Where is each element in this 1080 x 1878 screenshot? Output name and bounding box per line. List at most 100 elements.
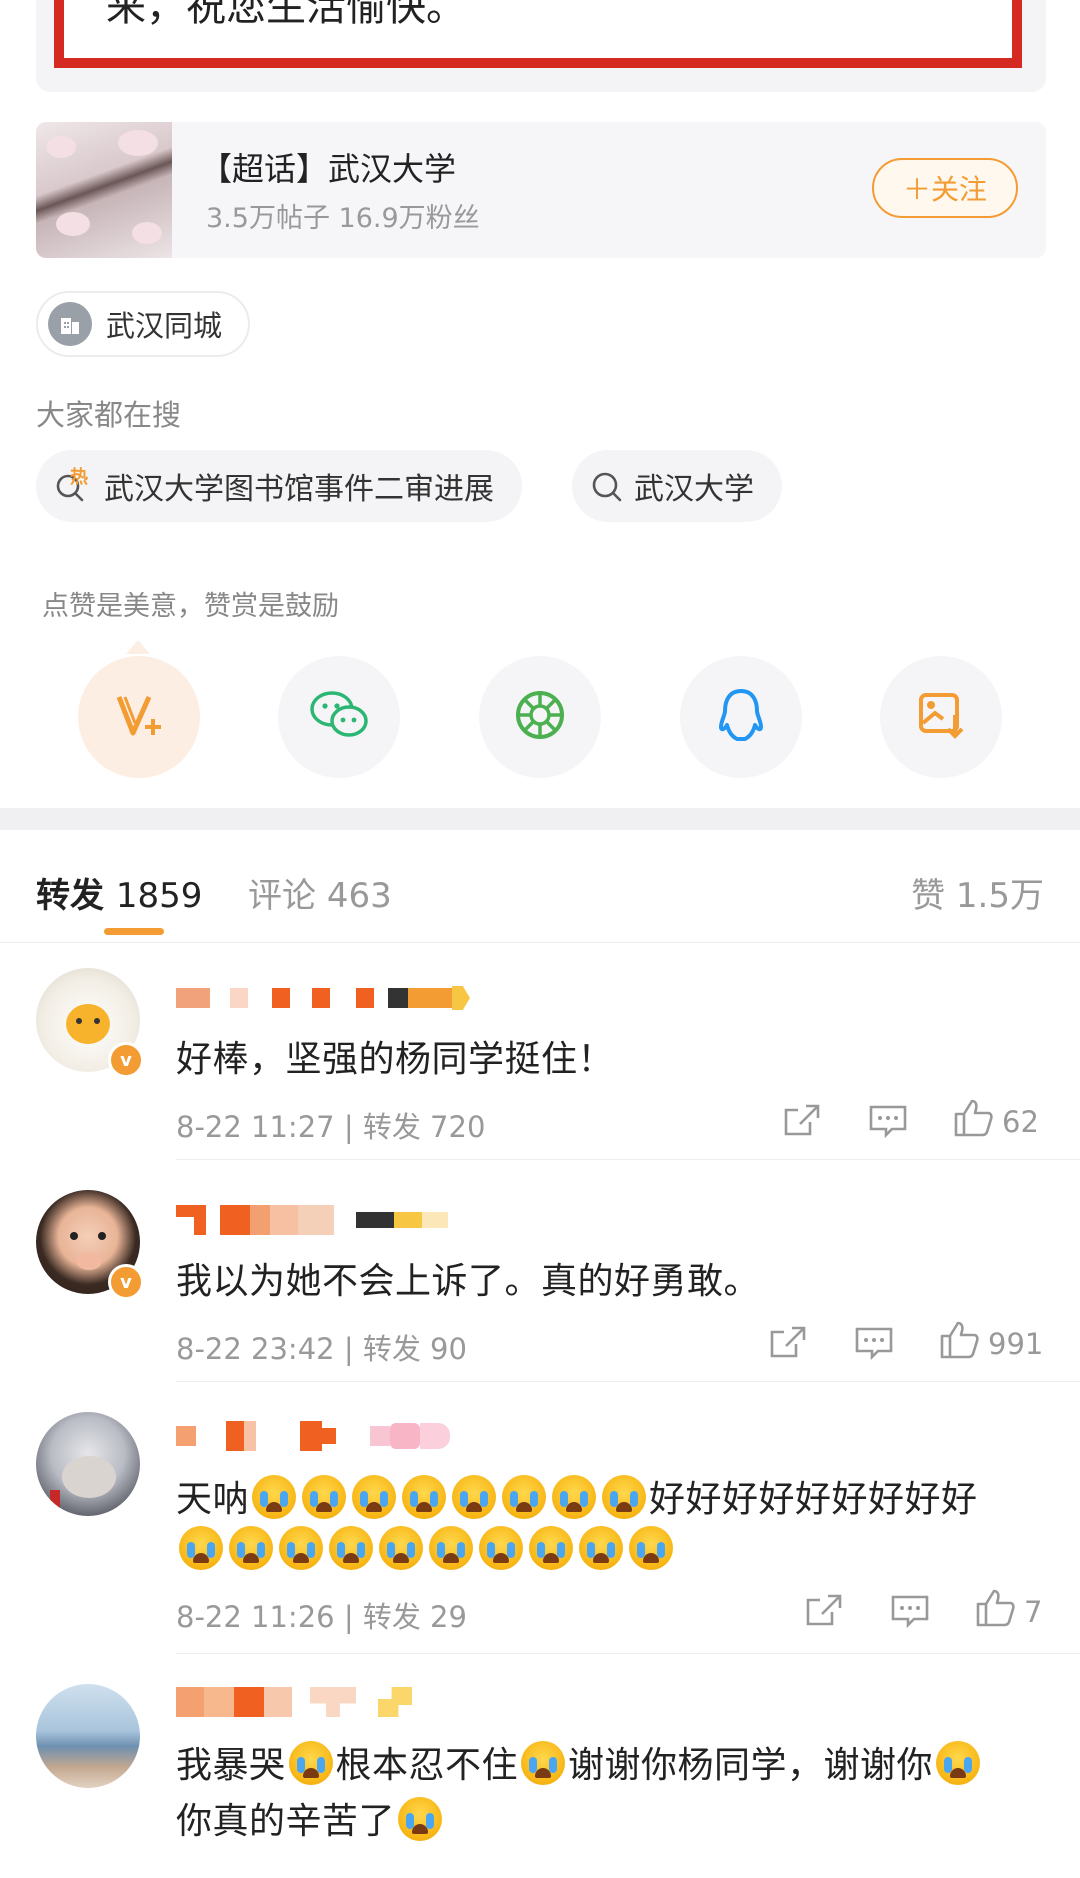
crying-emoji-icon: [252, 1475, 297, 1519]
repost-item[interactable]: 我暴哭 根本忍不住 谢谢你杨同学，谢谢你 你真的辛苦了: [0, 1676, 1080, 1878]
like-button[interactable]: 7: [974, 1588, 1042, 1635]
trending-search-title: 大家都在搜: [36, 398, 182, 432]
share-button[interactable]: [782, 1102, 822, 1145]
crying-emoji-icon: [379, 1526, 423, 1570]
repost-time: 8-22 23:42: [176, 1332, 335, 1366]
interaction-tabs: 转发 1859 评论 463 赞 1.5万: [0, 830, 1080, 943]
comment-button[interactable]: [890, 1594, 930, 1635]
crying-emoji-icon: [502, 1475, 547, 1519]
share-button[interactable]: [768, 1324, 808, 1367]
share-wechat-button[interactable]: [278, 656, 400, 778]
repost-meta: 8-22 11:27 | 转发 720: [176, 1110, 486, 1144]
like-count: 7: [1024, 1594, 1043, 1629]
share-moments-button[interactable]: [479, 656, 601, 778]
topic-title: 【超话】武汉大学: [200, 150, 457, 188]
tab-repost-label: 转发: [36, 876, 104, 916]
share-button[interactable]: [804, 1592, 844, 1635]
reward-button[interactable]: [78, 656, 200, 778]
hot-search-icon: 热: [54, 467, 98, 503]
topic-stats: 3.5万帖子 16.9万粉丝: [206, 203, 480, 234]
tab-like-count: 1.5万: [955, 876, 1044, 916]
avatar[interactable]: [36, 1684, 140, 1788]
repost-text-part: 根本忍不住: [335, 1745, 519, 1786]
crying-emoji-icon: [302, 1475, 347, 1519]
tip-arrow: [126, 640, 150, 654]
repost-item[interactable]: v 我以为她不会上诉了。真的好勇敢。 8-22 23:42 | 转发 90 99…: [0, 1182, 1080, 1382]
quoted-image-card[interactable]: 来，祝您生活愉快。: [36, 0, 1046, 92]
comment-icon: [868, 1104, 908, 1145]
divider: [176, 1381, 1080, 1382]
repost-text-part: 谢谢你杨同学，谢谢你: [568, 1745, 934, 1786]
trending-search-chip[interactable]: 武汉大学: [572, 450, 782, 522]
username-redacted[interactable]: [176, 986, 470, 1010]
share-qq-button[interactable]: [680, 656, 802, 778]
repost-text: 我以为她不会上诉了。真的好勇敢。: [176, 1261, 761, 1302]
like-button[interactable]: 62: [952, 1098, 1039, 1145]
tab-repost[interactable]: 转发 1859: [36, 868, 202, 917]
crying-emoji-icon: [629, 1526, 673, 1570]
avatar[interactable]: [36, 1412, 140, 1516]
super-topic-card[interactable]: 【超话】武汉大学 3.5万帖子 16.9万粉丝 ＋关注: [36, 122, 1046, 258]
like-count: 62: [1002, 1104, 1039, 1139]
comment-button[interactable]: [868, 1104, 908, 1145]
tab-repost-count: 1859: [115, 876, 203, 916]
username-redacted[interactable]: [176, 1687, 412, 1717]
crying-emoji-icon: [402, 1475, 447, 1519]
trending-search-chip[interactable]: 热 武汉大学图书馆事件二审进展: [36, 450, 522, 522]
tab-like[interactable]: 赞 1.5万: [911, 868, 1044, 917]
wechat-icon: [307, 687, 371, 747]
crying-emoji-icon: [279, 1526, 323, 1570]
share-icon: [804, 1592, 844, 1635]
divider: [176, 1159, 1080, 1160]
crying-emoji-icon: [529, 1526, 573, 1570]
username-redacted[interactable]: [176, 1205, 448, 1235]
follow-button[interactable]: ＋关注: [872, 158, 1018, 218]
search-icon: [590, 469, 634, 503]
share-icon: [768, 1324, 808, 1367]
crying-emoji-icon: [479, 1526, 523, 1570]
repost-text: 天呐 好好好好好好好好好: [176, 1470, 978, 1522]
quoted-text: 来，祝您生活愉快。: [106, 0, 466, 30]
thumbs-up-icon: [952, 1098, 994, 1145]
repost-text-line2: 你真的辛苦了: [176, 1792, 445, 1844]
tab-like-label: 赞: [911, 876, 946, 916]
repost-text: 我暴哭 根本忍不住 谢谢你杨同学，谢谢你: [176, 1736, 983, 1788]
crying-emoji-icon: [552, 1475, 597, 1519]
tab-comment-label: 评论: [248, 876, 316, 916]
repost-item[interactable]: 天呐 好好好好好好好好好 8-22 11:26 | 转发 29 7: [0, 1404, 1080, 1654]
username-redacted[interactable]: [176, 1421, 450, 1451]
crying-emoji-icon: [229, 1526, 273, 1570]
repost-count: 转发 90: [362, 1332, 467, 1366]
repost-count: 转发 720: [362, 1110, 486, 1144]
repost-count: 转发 29: [362, 1600, 467, 1634]
divider: [176, 1653, 1080, 1654]
repost-text: 好棒，坚强的杨同学挺住！: [176, 1039, 615, 1080]
repost-time: 8-22 11:27: [176, 1110, 335, 1144]
topic-thumbnail: [36, 122, 172, 258]
tab-comment[interactable]: 评论 463: [248, 868, 392, 917]
repost-item[interactable]: v 好棒，坚强的杨同学挺住！ 8-22 11:27 | 转发 720 62: [0, 960, 1080, 1160]
reward-tip: 点赞是美意，赞赏是鼓励: [42, 591, 339, 622]
save-image-button[interactable]: [880, 656, 1002, 778]
crying-emoji-icon: [452, 1475, 497, 1519]
v-plus-icon: [109, 685, 169, 749]
comment-button[interactable]: [854, 1326, 894, 1367]
save-image-icon: [913, 687, 969, 747]
thumbs-up-icon: [938, 1320, 980, 1367]
repost-meta: 8-22 23:42 | 转发 90: [176, 1332, 467, 1366]
like-button[interactable]: 991: [938, 1320, 1043, 1367]
crying-emoji-icon: [398, 1797, 443, 1841]
qq-icon: [713, 685, 769, 749]
trending-search-label: 武汉大学: [634, 472, 754, 507]
crying-emoji-icon: [936, 1741, 981, 1785]
crying-emoji-icon: [179, 1526, 223, 1570]
city-tag[interactable]: 武汉同城: [36, 291, 251, 357]
building-icon: [48, 302, 92, 346]
repost-meta: 8-22 11:26 | 转发 29: [176, 1600, 467, 1634]
thumbs-up-icon: [974, 1588, 1016, 1635]
comment-icon: [890, 1594, 930, 1635]
like-count: 991: [988, 1326, 1044, 1361]
repost-text-line2: [176, 1526, 676, 1571]
comment-icon: [854, 1326, 894, 1367]
repost-time: 8-22 11:26: [176, 1600, 335, 1634]
